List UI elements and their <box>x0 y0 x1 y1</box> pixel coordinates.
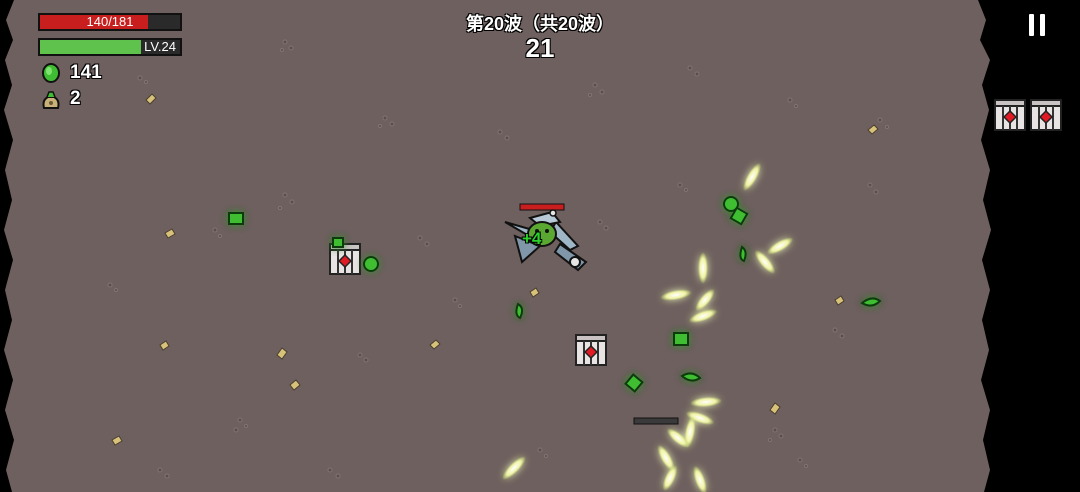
pending-crates <box>992 98 1072 134</box>
enemy-health-bar <box>633 417 679 425</box>
level-text: LV.24 <box>144 39 176 54</box>
player-health-bar <box>519 203 565 211</box>
health-text: 140/181 <box>86 14 134 29</box>
material-drop <box>515 302 524 320</box>
material-drop <box>739 245 747 263</box>
pause-icon-bar <box>1029 14 1034 36</box>
arena-floor <box>4 0 991 492</box>
loot-crate <box>329 243 361 275</box>
materials-count: 141 <box>70 62 102 83</box>
experience-bar: LV.24 <box>38 38 182 56</box>
material-drop <box>228 212 244 225</box>
material-drop <box>673 332 689 346</box>
material-drop <box>363 256 379 272</box>
bag-count: 2 <box>70 88 81 109</box>
projectile <box>698 252 708 284</box>
pending-crate-icon <box>994 99 1026 131</box>
bag-counter: 2 <box>40 88 81 110</box>
money-bag-icon <box>42 91 60 109</box>
loot-crate <box>575 334 607 366</box>
pause-icon-bar <box>1040 14 1045 36</box>
material-drop <box>332 237 344 248</box>
health-bar: 140/181 <box>38 13 182 31</box>
floating-damage-text: +4 <box>522 229 542 248</box>
pending-crate-icon <box>1030 99 1062 131</box>
materials-counter: 141 <box>40 62 102 84</box>
material-icon <box>42 63 60 83</box>
pause-button[interactable] <box>1020 8 1054 42</box>
wave-timer: 21 <box>525 33 555 63</box>
